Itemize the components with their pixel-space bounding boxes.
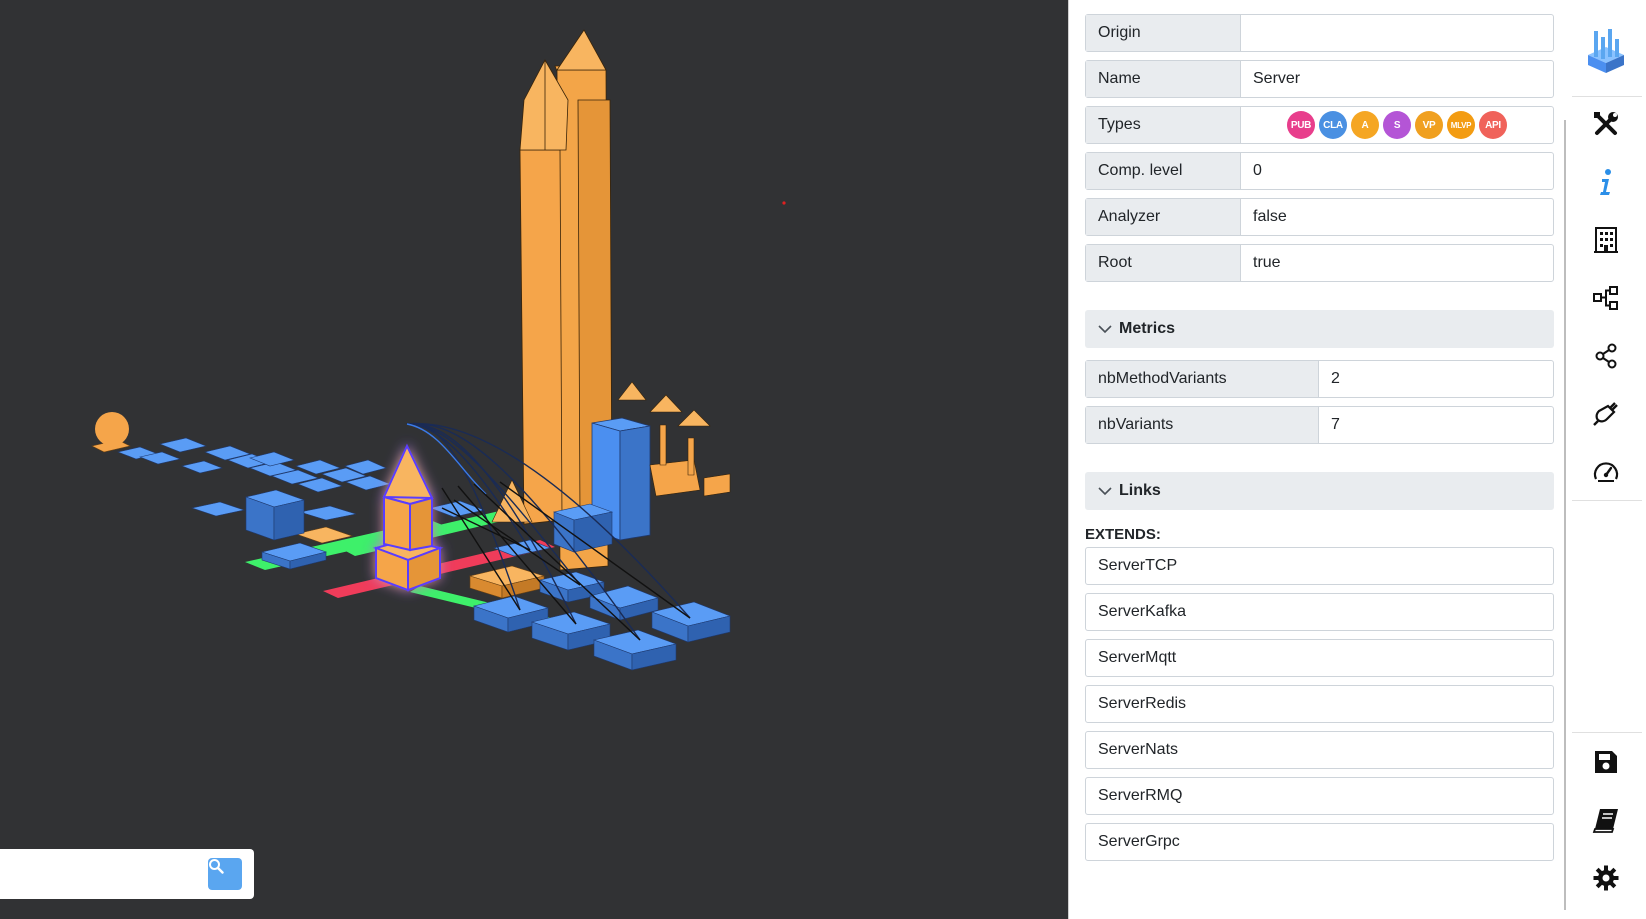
link-item[interactable]: ServerRMQ — [1085, 777, 1554, 815]
docs-button[interactable] — [1588, 802, 1624, 838]
building-icon — [1594, 227, 1618, 253]
city-3d-viewport[interactable] — [0, 0, 1068, 919]
share-button[interactable] — [1588, 338, 1624, 374]
property-row-types: Types PUB CLA A S VP MLVP API — [1085, 106, 1554, 144]
metric-row: nbVariants 7 — [1085, 406, 1554, 444]
property-row-name: Name Server — [1085, 60, 1554, 98]
right-toolbar — [1564, 0, 1646, 919]
property-row-root: Root true — [1085, 244, 1554, 282]
logo-icon — [1588, 29, 1624, 73]
metric-value[interactable]: 2 — [1319, 361, 1553, 397]
link-item[interactable]: ServerGrpc — [1085, 823, 1554, 861]
type-badge: VP — [1415, 111, 1443, 139]
property-key: Origin — [1086, 15, 1241, 51]
orange-district — [91, 412, 546, 599]
blue-cube-medium — [244, 489, 306, 541]
metric-key: nbMethodVariants — [1086, 361, 1319, 397]
types-badges: PUB CLA A S VP MLVP API — [1241, 107, 1553, 143]
property-key: Analyzer — [1086, 199, 1241, 235]
tools-icon — [1594, 112, 1618, 135]
property-key: Name — [1086, 61, 1241, 97]
toolbar-scrollbar[interactable] — [1564, 120, 1566, 910]
property-row-comp-level: Comp. level 0 — [1085, 152, 1554, 190]
building-button[interactable] — [1588, 222, 1624, 258]
property-value[interactable]: false — [1241, 199, 1553, 235]
property-value[interactable]: Server — [1241, 61, 1553, 97]
hierarchy-button[interactable] — [1588, 280, 1624, 316]
type-badge: MLVP — [1447, 111, 1475, 139]
metric-value[interactable]: 7 — [1319, 407, 1553, 443]
type-badge: S — [1383, 111, 1411, 139]
tools-button[interactable] — [1588, 106, 1624, 142]
info-icon — [1600, 169, 1611, 195]
properties-panel: Origin Name Server Types PUB CLA A S VP MLVP A… — [1068, 0, 1564, 919]
plug-icon — [1593, 402, 1618, 426]
link-item[interactable]: ServerNats — [1085, 731, 1554, 769]
property-key: Root — [1086, 245, 1241, 281]
link-item[interactable]: ServerRedis — [1085, 685, 1554, 723]
type-badge: CLA — [1319, 111, 1347, 139]
city-visualization[interactable] — [0, 0, 1068, 919]
metric-key: nbVariants — [1086, 407, 1319, 443]
metrics-section-header[interactable]: Metrics — [1085, 310, 1554, 348]
hierarchy-icon — [1593, 286, 1618, 310]
property-value[interactable]: true — [1241, 245, 1553, 281]
link-item[interactable]: ServerKafka — [1085, 593, 1554, 631]
links-section-header[interactable]: Links — [1085, 472, 1554, 510]
share-icon — [1595, 343, 1617, 369]
chevron-down-icon — [1098, 325, 1112, 334]
plug-button[interactable] — [1588, 396, 1624, 432]
search-icon — [209, 859, 224, 874]
type-badge: A — [1351, 111, 1379, 139]
property-key: Types — [1086, 107, 1241, 143]
toolbar-divider — [1572, 500, 1642, 501]
metrics-title: Metrics — [1119, 320, 1176, 337]
extends-label: EXTENDS: — [1085, 526, 1161, 543]
property-key: Comp. level — [1086, 153, 1241, 189]
search-input[interactable] — [0, 849, 200, 899]
book-icon — [1592, 809, 1618, 833]
link-item[interactable]: ServerTCP — [1085, 547, 1554, 585]
save-icon — [1595, 751, 1617, 773]
search-button[interactable] — [208, 858, 242, 890]
link-item[interactable]: ServerMqtt — [1085, 639, 1554, 677]
info-button[interactable] — [1588, 164, 1624, 200]
toolbar-divider — [1572, 96, 1642, 97]
links-title: Links — [1119, 482, 1161, 499]
gear-icon — [1593, 865, 1619, 891]
property-row-analyzer: Analyzer false — [1085, 198, 1554, 236]
app-logo[interactable] — [1584, 28, 1628, 73]
toolbar-divider — [1572, 732, 1642, 733]
property-value[interactable]: 0 — [1241, 153, 1553, 189]
property-row-origin: Origin — [1085, 14, 1554, 52]
type-badge: PUB — [1287, 111, 1315, 139]
property-value[interactable] — [1241, 15, 1553, 51]
save-button[interactable] — [1588, 744, 1624, 780]
cursor-dot — [782, 201, 786, 205]
metric-row: nbMethodVariants 2 — [1085, 360, 1554, 398]
chevron-down-icon — [1098, 487, 1112, 496]
type-badge: API — [1479, 111, 1507, 139]
settings-button[interactable] — [1588, 860, 1624, 896]
gauge-button[interactable] — [1588, 454, 1624, 490]
gauge-icon — [1593, 462, 1619, 482]
